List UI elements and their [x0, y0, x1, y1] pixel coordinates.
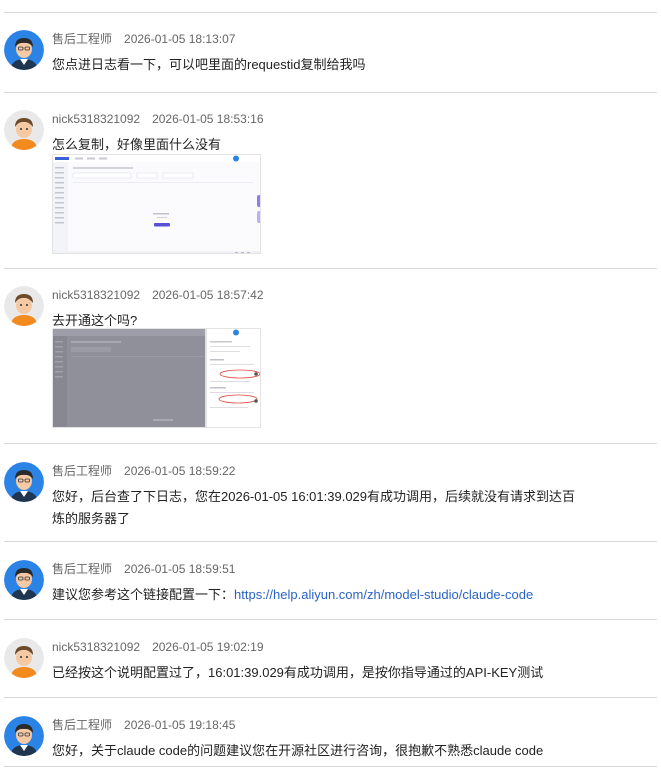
- author-name: 售后工程师: [52, 32, 113, 46]
- engineer-avatar: [4, 30, 44, 70]
- timestamp: 2026-01-05 18:59:51: [124, 562, 236, 576]
- divider: [4, 697, 657, 698]
- message-meta: nick5318321092 2026-01-05 19:02:19: [52, 640, 264, 654]
- timestamp: 2026-01-05 18:53:16: [152, 112, 264, 126]
- divider: [4, 766, 657, 767]
- attachment-thumbnail[interactable]: [206, 328, 261, 428]
- message-text-body: 建议您参考这个链接配置一下：: [52, 587, 235, 602]
- message-meta: 售后工程师 2026-01-05 18:13:07: [52, 32, 235, 46]
- attachment-thumbnail[interactable]: [52, 154, 261, 254]
- message-text-line: 您好，后台查了下日志，您在2026-01-05 16:01:39.029有成功调…: [52, 489, 576, 504]
- message-meta: 售后工程师 2026-01-05 18:59:22: [52, 464, 235, 478]
- user-avatar: [4, 638, 44, 678]
- attachment-thumbnail[interactable]: [52, 328, 206, 428]
- author-name: nick5318321092: [52, 288, 141, 302]
- message-meta: nick5318321092 2026-01-05 18:53:16: [52, 112, 264, 126]
- message-text: 已经按这个说明配置过了，16:01:39.029有成功调用，是按你指导通过的AP…: [52, 665, 544, 680]
- divider: [4, 619, 657, 620]
- divider: [4, 268, 657, 269]
- message-meta: 售后工程师 2026-01-05 19:18:45: [52, 718, 235, 732]
- message-text: 建议您参考这个链接配置一下：https://help.aliyun.com/zh…: [52, 584, 621, 606]
- author-name: nick5318321092: [52, 640, 141, 654]
- engineer-avatar: [4, 716, 44, 756]
- message-meta: nick5318321092 2026-01-05 18:57:42: [52, 288, 264, 302]
- divider: [4, 92, 657, 93]
- engineer-avatar: [4, 462, 44, 502]
- message-text: 您好，关于claude code的问题建议您在开源社区进行咨询，很抱歉不熟悉cl…: [52, 743, 544, 758]
- user-avatar: [4, 110, 44, 150]
- message-text: 怎么复制，好像里面什么没有: [52, 137, 222, 152]
- message-meta: 售后工程师 2026-01-05 18:59:51: [52, 562, 235, 576]
- timestamp: 2026-01-05 18:59:22: [124, 464, 236, 478]
- timestamp: 2026-01-05 18:57:42: [152, 288, 264, 302]
- message-text: 您好，后台查了下日志，您在2026-01-05 16:01:39.029有成功调…: [52, 486, 621, 530]
- author-name: 售后工程师: [52, 718, 113, 732]
- timestamp: 2026-01-05 19:02:19: [152, 640, 264, 654]
- timestamp: 2026-01-05 19:18:45: [124, 718, 236, 732]
- divider: [4, 541, 657, 542]
- author-name: 售后工程师: [52, 464, 113, 478]
- ticket-conversation: 售后工程师 2026-01-05 18:13:07 您点进日志看一下，可以吧里面的…: [0, 0, 661, 769]
- author-name: 售后工程师: [52, 562, 113, 576]
- user-avatar: [4, 286, 44, 326]
- help-doc-link[interactable]: https://help.aliyun.com/zh/model-studio/…: [234, 587, 533, 602]
- divider: [4, 12, 657, 13]
- message-text: 您点进日志看一下，可以吧里面的requestid复制给我吗: [52, 57, 366, 72]
- message-text-line: 炼的服务器了: [52, 511, 131, 526]
- engineer-avatar: [4, 560, 44, 600]
- divider: [4, 443, 657, 444]
- timestamp: 2026-01-05 18:13:07: [124, 32, 236, 46]
- author-name: nick5318321092: [52, 112, 141, 126]
